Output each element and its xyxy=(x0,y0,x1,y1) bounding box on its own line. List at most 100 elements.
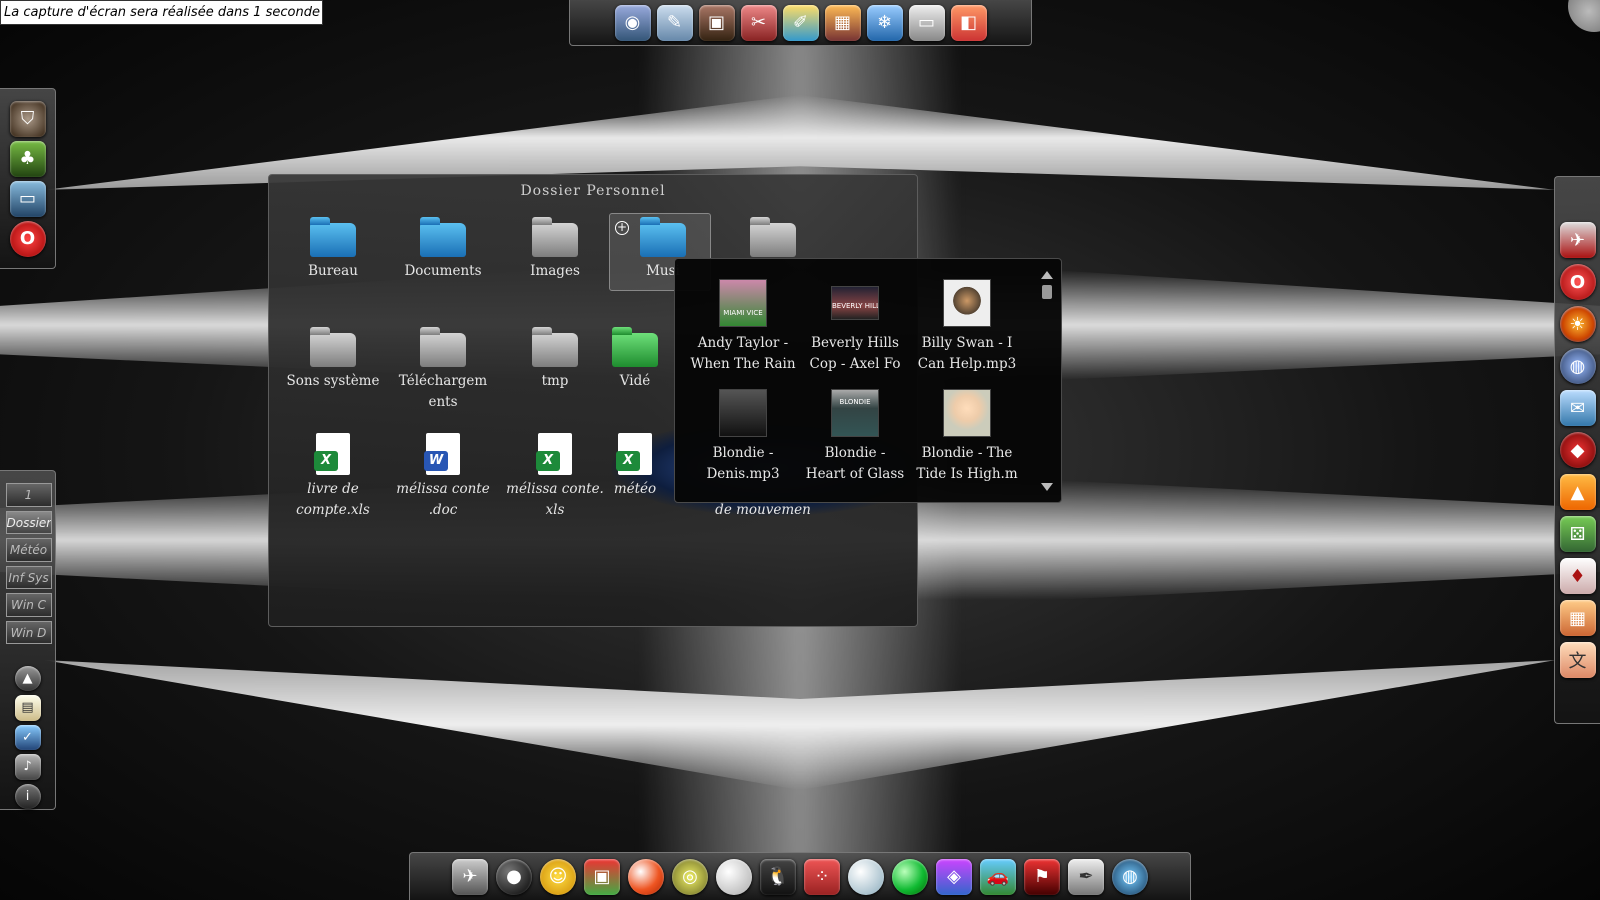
red-app-icon[interactable]: ◆ xyxy=(1559,432,1596,468)
item-label: Téléchargements xyxy=(398,373,488,410)
snowflake-icon[interactable]: ❄ xyxy=(866,4,903,41)
album-cover: MIAMI VICE xyxy=(719,279,767,327)
shield-icon[interactable]: ⛉ xyxy=(9,100,46,137)
track-item[interactable]: Blondie - The Tide Is High.m xyxy=(913,389,1021,485)
folder-tmp-icon xyxy=(532,327,578,367)
file-livre-de-compte[interactable]: X livre de compte.xls xyxy=(277,433,389,521)
folder-bureau[interactable]: Bureau xyxy=(277,217,389,282)
item-label: Sons système xyxy=(286,373,380,389)
scanner-icon[interactable]: ▭ xyxy=(908,4,945,41)
workspace-win-c[interactable]: Win C xyxy=(5,593,52,617)
album-cover xyxy=(943,389,991,437)
firefox-icon[interactable]: ☀ xyxy=(1559,306,1596,342)
scroll-thumb[interactable] xyxy=(1042,285,1052,299)
presentation-icon[interactable]: ◧ xyxy=(950,4,987,41)
folder-item[interactable] xyxy=(717,217,829,261)
mahjong-icon[interactable]: ▦ xyxy=(1559,600,1596,636)
clipboard-icon[interactable]: ▤ xyxy=(14,695,41,721)
folder-documents[interactable]: Documents xyxy=(387,217,499,282)
opera-icon[interactable]: O xyxy=(1559,264,1596,300)
chick-icon[interactable]: ☺ xyxy=(540,858,576,895)
ring-icon[interactable]: ◎ xyxy=(672,858,708,895)
arrow-up-icon[interactable]: ▲ xyxy=(14,665,41,692)
globe-icon[interactable]: ◍ xyxy=(1559,348,1596,384)
photo-camera-icon[interactable]: ▣ xyxy=(698,4,735,41)
vlc-icon[interactable]: ▲ xyxy=(1559,474,1596,510)
folder-images[interactable]: Images xyxy=(499,217,611,282)
earth-icon[interactable]: ◍ xyxy=(1112,858,1148,895)
folder-telechargements[interactable]: Téléchargements xyxy=(387,327,499,413)
pen-icon[interactable]: ✒ xyxy=(1068,858,1104,895)
window-title: Dossier Personnel xyxy=(520,183,666,199)
item-label: Vidé xyxy=(619,373,651,389)
folder-videos[interactable]: Vidé xyxy=(595,327,675,392)
top-dock: ◉ ✎ ▣ ✂ ✐ ▦ ❄ ▭ ◧ xyxy=(569,0,1032,46)
spreadsheet-file-icon: X xyxy=(536,451,560,471)
tools-icon[interactable]: ✂ xyxy=(740,4,777,41)
spaceship-icon[interactable]: ✈ xyxy=(452,858,488,895)
folder-documents-icon xyxy=(420,217,466,257)
track-item[interactable]: MIAMI VICE Andy Taylor - When The Rain xyxy=(689,279,797,375)
workspace-win-d[interactable]: Win D xyxy=(5,620,52,645)
dots-game-icon[interactable]: ⁘ xyxy=(804,858,840,895)
track-item[interactable]: Billy Swan - I Can Help.mp3 xyxy=(913,279,1021,375)
tree-icon[interactable]: ♣ xyxy=(9,140,46,177)
item-label: livre de compte.xls xyxy=(296,481,370,518)
workspace-meteo[interactable]: Météo xyxy=(5,538,52,562)
track-title-line1: Blondie - xyxy=(712,445,774,461)
track-title-line2: Tide Is High.m xyxy=(916,466,1018,482)
track-title-line2: Heart of Glass xyxy=(805,466,905,482)
plus-icon[interactable]: + xyxy=(615,221,629,235)
screen-check-icon[interactable]: ✓ xyxy=(14,724,41,751)
mail-icon[interactable]: ✉ xyxy=(1559,390,1596,426)
track-item[interactable]: BLONDIE Blondie - Heart of Glass xyxy=(801,389,909,485)
item-label: de mouvemen xyxy=(715,502,811,518)
ball-icon[interactable] xyxy=(628,858,664,895)
track-title-line2: Can Help.mp3 xyxy=(917,356,1017,372)
pencil-edit-icon[interactable]: ✎ xyxy=(656,4,693,41)
speaker-icon[interactable]: ♪ xyxy=(14,754,41,780)
bomb-icon[interactable]: ● xyxy=(496,858,532,895)
file-melissa-conte-doc[interactable]: W mélissa conte .doc xyxy=(387,433,499,521)
info-icon[interactable]: i xyxy=(14,783,41,809)
track-title-line1: Beverly Hills xyxy=(811,335,899,351)
folder-system-sounds-icon xyxy=(310,327,356,367)
workspace-dossier[interactable]: Dossier xyxy=(5,510,52,535)
track-title-line1: Blondie - xyxy=(824,445,886,461)
image-viewer-icon[interactable]: ▦ xyxy=(824,4,861,41)
folder-icon xyxy=(750,217,796,257)
track-title-line2: When The Rain xyxy=(690,356,796,372)
track-item[interactable]: Blondie - Denis.mp3 xyxy=(689,389,797,485)
track-title-line1: Andy Taylor - xyxy=(697,335,789,351)
cube-game-icon[interactable]: ◈ xyxy=(936,858,972,895)
album-cover: BLONDIE xyxy=(831,389,879,437)
folder-music-icon xyxy=(640,217,686,257)
workspace-switcher: 1 Dossier Météo Inf Sys Win C Win D ▲ ▤ … xyxy=(0,470,56,810)
file-de-mouvement[interactable]: de mouvemen xyxy=(707,500,819,521)
opera-icon[interactable]: O xyxy=(9,220,46,257)
golf-icon[interactable] xyxy=(716,858,752,895)
cards-icon[interactable]: ♦ xyxy=(1559,558,1596,594)
folder-sons-systeme[interactable]: Sons système xyxy=(277,327,389,392)
tux-icon[interactable]: 🐧 xyxy=(760,858,796,895)
eagle-icon[interactable]: ✈ xyxy=(1559,222,1596,258)
popup-scrollbar[interactable] xyxy=(1041,271,1053,491)
scroll-up-arrow-icon[interactable] xyxy=(1041,271,1053,279)
track-item[interactable]: BEVERLY HILLS Beverly Hills Cop - Axel F… xyxy=(801,279,909,375)
workspace-inf-sys[interactable]: Inf Sys xyxy=(5,565,52,590)
paint-icon[interactable]: ✐ xyxy=(782,4,819,41)
file-meteo[interactable]: X météo xyxy=(595,433,675,500)
green-orb-icon[interactable] xyxy=(892,858,928,895)
puzzle-icon[interactable]: ▣ xyxy=(584,858,620,895)
workspace-number: 1 xyxy=(5,483,52,507)
racing-car-icon[interactable]: 🚗 xyxy=(980,858,1016,895)
item-label: Documents xyxy=(404,263,482,279)
kart-icon[interactable]: ⚑ xyxy=(1024,858,1060,895)
sphere-icon[interactable] xyxy=(848,858,884,895)
dictionary-icon[interactable]: 文 xyxy=(1559,642,1596,678)
dice-icon[interactable]: ⚄ xyxy=(1559,516,1596,552)
folder-videos-icon xyxy=(612,327,658,367)
camera-icon[interactable]: ◉ xyxy=(614,4,651,41)
monitor-icon[interactable]: ▭ xyxy=(9,180,46,217)
scroll-down-arrow-icon[interactable] xyxy=(1041,483,1053,491)
